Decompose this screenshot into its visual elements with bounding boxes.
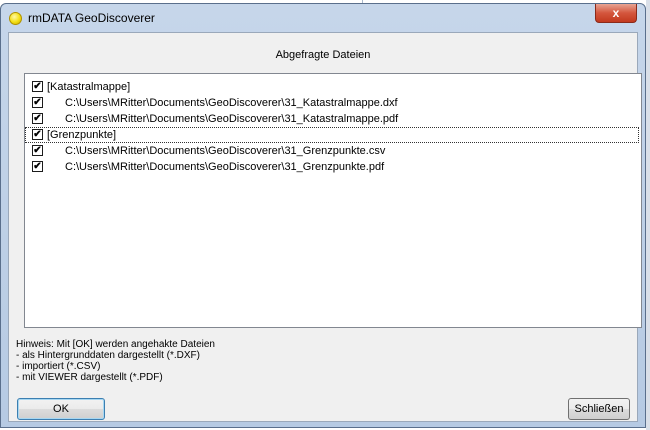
- group-row[interactable]: ✔ [Katastralmappe]: [25, 79, 639, 95]
- file-checklist[interactable]: ✔ [Katastralmappe] ✔ C:\Users\MRitter\Docum…: [24, 73, 642, 328]
- file-path: C:\Users\MRitter\Documents\GeoDiscoverer…: [65, 145, 386, 157]
- close-icon: x: [612, 6, 620, 20]
- hint-line: - importiert (*.CSV): [16, 361, 101, 372]
- group-row[interactable]: ✔ [Grenzpunkte]: [25, 127, 639, 143]
- ok-button[interactable]: OK: [17, 398, 105, 420]
- row-checkbox[interactable]: ✔: [32, 81, 43, 92]
- file-path: C:\Users\MRitter\Documents\GeoDiscoverer…: [65, 97, 398, 109]
- dialog-window: rmDATA GeoDiscoverer x Abgefragte Dateie…: [0, 3, 646, 428]
- row-checkbox[interactable]: ✔: [32, 161, 43, 172]
- hint-text: Hinweis: Mit [OK] werden angehakte Datei…: [16, 339, 215, 383]
- file-path: C:\Users\MRitter\Documents\GeoDiscoverer…: [65, 161, 385, 173]
- row-checkbox[interactable]: ✔: [32, 113, 43, 124]
- close-window-button[interactable]: x: [595, 4, 637, 23]
- hint-line: - mit VIEWER dargestellt (*.PDF): [16, 372, 163, 383]
- dialog-client-area: Abgefragte Dateien ✔ [Katastralmappe] ✔ C:\…: [8, 32, 642, 422]
- file-row[interactable]: ✔ C:\Users\MRitter\Documents\GeoDiscovere…: [25, 95, 639, 111]
- background-app-edge: [646, 0, 650, 430]
- row-checkbox[interactable]: ✔: [32, 129, 43, 140]
- app-icon: [9, 12, 22, 25]
- file-row[interactable]: ✔ C:\Users\MRitter\Documents\GeoDiscovere…: [25, 143, 639, 159]
- group-label: [Katastralmappe]: [47, 81, 131, 93]
- title-bar[interactable]: rmDATA GeoDiscoverer x: [1, 4, 645, 32]
- file-path: C:\Users\MRitter\Documents\GeoDiscoverer…: [65, 113, 399, 125]
- row-checkbox[interactable]: ✔: [32, 97, 43, 108]
- file-row[interactable]: ✔ C:\Users\MRitter\Documents\GeoDiscovere…: [25, 111, 639, 127]
- hint-line: Hinweis: Mit [OK] werden angehakte Datei…: [16, 339, 215, 350]
- window-title: rmDATA GeoDiscoverer: [28, 11, 155, 25]
- files-group-title: Abgefragte Dateien: [275, 49, 371, 61]
- file-row[interactable]: ✔ C:\Users\MRitter\Documents\GeoDiscovere…: [25, 159, 639, 175]
- group-label: [Grenzpunkte]: [47, 129, 117, 141]
- close-button[interactable]: Schließen: [568, 398, 630, 420]
- hint-line: - als Hintergrunddaten dargestellt (*.DX…: [16, 350, 200, 361]
- row-checkbox[interactable]: ✔: [32, 145, 43, 156]
